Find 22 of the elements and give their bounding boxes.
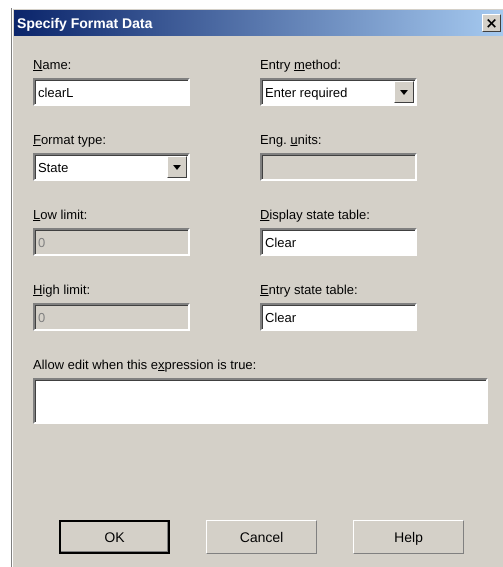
field-label: Eng. units: bbox=[260, 132, 322, 147]
dialog-button[interactable]: OK bbox=[59, 520, 170, 554]
dropdown[interactable]: State bbox=[33, 153, 190, 181]
field-label: Display state table: bbox=[260, 207, 371, 222]
input-field[interactable]: Clear bbox=[260, 228, 417, 256]
dropdown[interactable]: Enter required bbox=[260, 78, 417, 106]
field-label: Name: bbox=[33, 57, 72, 72]
input-field[interactable]: clearL bbox=[33, 78, 190, 106]
field-label: High limit: bbox=[33, 282, 92, 297]
field-label: Low limit: bbox=[33, 207, 88, 222]
field-label: Entry state table: bbox=[260, 282, 359, 297]
expression-field[interactable] bbox=[33, 378, 488, 424]
field-label: Format type: bbox=[33, 132, 107, 147]
caret-icon bbox=[400, 90, 408, 94]
dialog-button[interactable]: Cancel bbox=[206, 520, 317, 554]
dialog-button[interactable]: Help bbox=[353, 520, 464, 554]
input-field[interactable]: Clear bbox=[260, 303, 417, 331]
caret-icon bbox=[173, 164, 181, 170]
close-button[interactable]: × bbox=[482, 14, 501, 32]
field-label: Entry method: bbox=[260, 57, 342, 72]
window-title: Specify Format Data bbox=[17, 15, 152, 31]
field-label: Allow edit when this expression is true: bbox=[33, 357, 258, 372]
